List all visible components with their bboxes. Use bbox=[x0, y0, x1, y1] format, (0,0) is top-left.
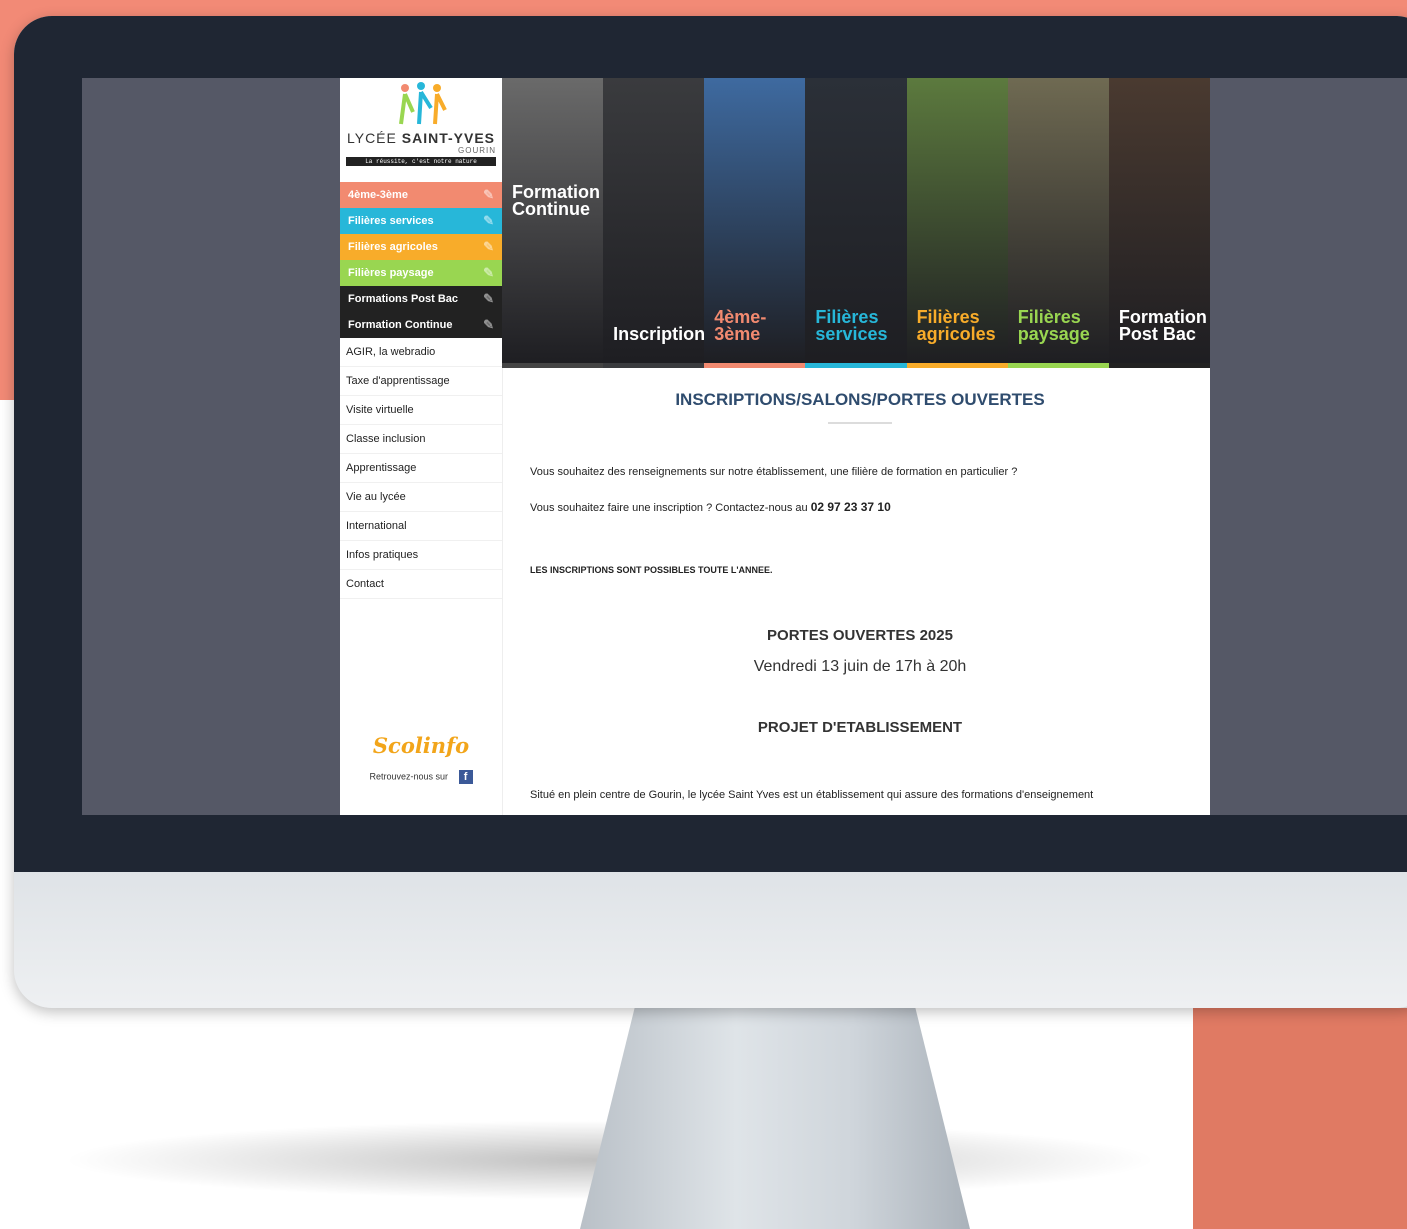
screen: LYCÉE SAINT-YVES GOURIN La réussite, c'e… bbox=[82, 78, 1407, 815]
banner-label: Formation Post Bac bbox=[1118, 307, 1207, 344]
inscriptions-note: LES INSCRIPTIONS SONT POSSIBLES TOUTE L'… bbox=[530, 565, 773, 575]
sidebar: LYCÉE SAINT-YVES GOURIN La réussite, c'e… bbox=[340, 78, 503, 815]
sidebar-link-5[interactable]: Vie au lycée bbox=[340, 483, 502, 512]
banner-panel-6[interactable]: Formation Post Bac bbox=[1108, 78, 1210, 368]
pencil-icon: ✎ bbox=[483, 317, 494, 332]
logo-figures-icon bbox=[391, 82, 451, 126]
school-project-heading: PROJET D'ETABLISSEMENT bbox=[757, 719, 963, 736]
sidebar-link-3[interactable]: Classe inclusion bbox=[340, 425, 502, 454]
page-title: INSCRIPTIONS/SALONS/PORTES OUVERTES bbox=[675, 390, 1045, 409]
logo-town: GOURIN bbox=[458, 146, 496, 155]
background-block-bottom bbox=[1193, 1008, 1407, 1229]
pencil-icon: ✎ bbox=[483, 265, 494, 280]
category-banner: Formation Continue Inscription 4ème-3ème Fi… bbox=[502, 78, 1210, 368]
website: LYCÉE SAINT-YVES GOURIN La réussite, c'e… bbox=[340, 78, 1210, 815]
banner-label: Filières paysage bbox=[1017, 307, 1090, 344]
logo-name: LYCÉE SAINT-YVES bbox=[346, 130, 495, 146]
logo-tagline: La réussite, c'est notre nature bbox=[346, 157, 496, 166]
sidebar-item-label: 4ème-3ème bbox=[348, 189, 408, 201]
sidebar-link-0[interactable]: AGIR, la webradio bbox=[340, 338, 502, 367]
sidebar-link-7[interactable]: Infos pratiques bbox=[340, 541, 502, 570]
sidebar-item-label: Formations Post Bac bbox=[348, 293, 459, 305]
pencil-icon: ✎ bbox=[483, 187, 494, 202]
open-days-date: Vendredi 13 juin de 17h à 20h bbox=[753, 658, 967, 675]
social-follow: Retrouvez-nous sur f bbox=[340, 770, 502, 784]
intro-paragraph: Vous souhaitez des renseignements sur no… bbox=[530, 466, 1018, 478]
phone-number[interactable]: 02 97 23 37 10 bbox=[811, 500, 891, 514]
plain-menu: AGIR, la webradio Taxe d'apprentissage Vis… bbox=[340, 338, 502, 599]
sidebar-item-label: Formation Continue bbox=[348, 319, 453, 331]
sidebar-item-2[interactable]: Filières agricoles ✎ bbox=[340, 234, 502, 260]
sidebar-link-2[interactable]: Visite virtuelle bbox=[340, 396, 502, 425]
banner-panel-0[interactable]: Formation Continue bbox=[502, 78, 604, 368]
sidebar-link-4[interactable]: Apprentissage bbox=[340, 454, 502, 483]
monitor-chin bbox=[14, 872, 1407, 1008]
title-divider bbox=[828, 422, 892, 424]
contact-paragraph: Vous souhaitez faire une inscription ? C… bbox=[530, 500, 1190, 514]
scolinfo-logo[interactable]: Scolinfo bbox=[340, 733, 502, 758]
sidebar-item-label: Filières agricoles bbox=[348, 241, 438, 253]
banner-panel-2[interactable]: 4ème-3ème bbox=[704, 78, 806, 368]
banner-label: Filières services bbox=[815, 307, 888, 344]
sidebar-link-6[interactable]: International bbox=[340, 512, 502, 541]
sidebar-item-1[interactable]: Filières services ✎ bbox=[340, 208, 502, 234]
contact-text: Vous souhaitez faire une inscription ? C… bbox=[530, 502, 808, 514]
colored-menu: 4ème-3ème ✎ Filières services ✎ Filières agr… bbox=[340, 182, 502, 338]
banner-panel-4[interactable]: Filières agricoles bbox=[906, 78, 1008, 368]
school-logo[interactable]: LYCÉE SAINT-YVES GOURIN La réussite, c'e… bbox=[340, 82, 502, 182]
main-content: INSCRIPTIONS/SALONS/PORTES OUVERTES Vous… bbox=[530, 390, 1190, 801]
sidebar-link-8[interactable]: Contact bbox=[340, 570, 502, 599]
sidebar-item-3[interactable]: Filières paysage ✎ bbox=[340, 260, 502, 286]
banner-panel-5[interactable]: Filières paysage bbox=[1007, 78, 1109, 368]
banner-panel-1[interactable]: Inscription bbox=[603, 78, 705, 368]
facebook-icon[interactable]: f bbox=[458, 770, 473, 784]
open-days-heading: PORTES OUVERTES 2025 bbox=[767, 627, 953, 644]
sidebar-link-1[interactable]: Taxe d'apprentissage bbox=[340, 367, 502, 396]
sidebar-item-0[interactable]: 4ème-3ème ✎ bbox=[340, 182, 502, 208]
sidebar-item-label: Filières paysage bbox=[348, 267, 434, 279]
sidebar-item-5[interactable]: Formation Continue ✎ bbox=[340, 312, 502, 338]
banner-panel-3[interactable]: Filières services bbox=[805, 78, 907, 368]
banner-label: Inscription bbox=[613, 324, 705, 344]
banner-label: Filières agricoles bbox=[916, 307, 996, 344]
banner-label: 4ème-3ème bbox=[714, 307, 767, 344]
pencil-icon: ✎ bbox=[483, 291, 494, 306]
school-description: Situé en plein centre de Gourin, le lycé… bbox=[530, 789, 1094, 801]
pencil-icon: ✎ bbox=[483, 239, 494, 254]
monitor-stand bbox=[580, 1008, 970, 1229]
sidebar-item-4[interactable]: Formations Post Bac ✎ bbox=[340, 286, 502, 312]
follow-text: Retrouvez-nous sur bbox=[369, 771, 449, 782]
pencil-icon: ✎ bbox=[483, 213, 494, 228]
banner-label: Formation Continue bbox=[512, 182, 600, 219]
sidebar-item-label: Filières services bbox=[348, 215, 434, 227]
